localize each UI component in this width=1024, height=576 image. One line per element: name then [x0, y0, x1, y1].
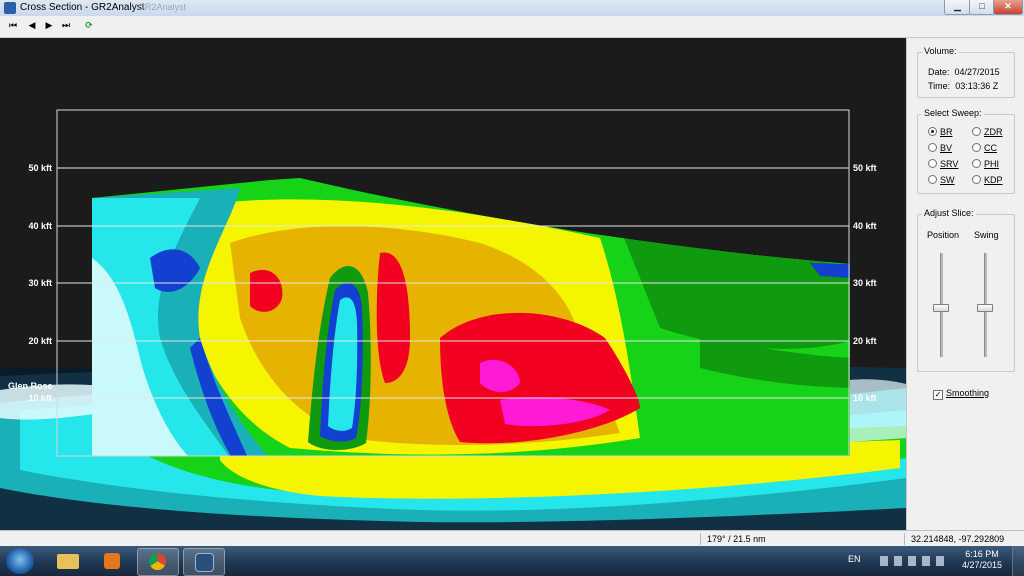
chrome-icon — [149, 553, 166, 570]
sweep-option-zdr[interactable]: ZDR — [972, 127, 1003, 137]
time-label: Time: — [928, 81, 951, 91]
alt-label-left-20: 20 kft — [28, 336, 52, 346]
swing-label: Swing — [974, 230, 999, 240]
sweep-option-phi[interactable]: PHI — [972, 159, 999, 169]
control-panel: Volume: Date: 04/27/2015 Time: 03:13:36 … — [906, 38, 1024, 530]
date-value: 04/27/2015 — [954, 67, 1000, 77]
sweep-option-br[interactable]: BR — [928, 127, 953, 137]
last-frame-button[interactable]: ⏭ — [59, 19, 73, 33]
sweep-title: Select Sweep: — [922, 108, 984, 118]
minimize-button[interactable]: ▁ — [944, 0, 971, 15]
sweep-option-bv[interactable]: BV — [928, 143, 952, 153]
sweep-option-kdp[interactable]: KDP — [972, 175, 1003, 185]
time-row: Time: 03:13:36 Z — [928, 81, 998, 91]
cross-section-plot[interactable]: 50 kft 40 kft 30 kft 20 kft 10 kft 50 kf… — [0, 38, 906, 530]
sweep-option-cc[interactable]: CC — [972, 143, 997, 153]
title-bar: Cross Section - GR2Analyst GR2Analyst ▁ … — [0, 0, 1024, 17]
alt-label-left-50: 50 kft — [28, 163, 52, 173]
taskbar-explorer[interactable] — [47, 548, 87, 574]
taskbar-gr2analyst[interactable] — [183, 548, 225, 576]
window-title: Cross Section - GR2Analyst — [20, 2, 145, 13]
swing-slider-thumb[interactable] — [977, 304, 993, 312]
clock-date: 4/27/2015 — [961, 560, 1003, 570]
alt-label-left-30: 30 kft — [28, 278, 52, 288]
volume-group: Volume: Date: 04/27/2015 Time: 03:13:36 … — [917, 46, 1015, 98]
time-value: 03:13:36 Z — [955, 81, 999, 91]
alt-label-right-50: 50 kft — [853, 163, 877, 173]
alt-label-left-10: 10 kft — [28, 393, 52, 403]
alt-label-right-10: 10 kft — [853, 393, 877, 403]
refresh-icon[interactable]: ⟳ — [82, 19, 96, 33]
taskbar-chrome[interactable] — [137, 548, 179, 576]
adjust-slice-group: Adjust Slice: Position Swing — [917, 208, 1015, 372]
alt-label-left-40: 40 kft — [28, 221, 52, 231]
sweep-option-srv[interactable]: SRV — [928, 159, 958, 169]
smoothing-checkbox[interactable]: ✓ Smoothing — [933, 388, 989, 400]
toolbar: ⏮ ◀ ▶ ⏭ ⟳ — [0, 16, 1024, 38]
language-indicator[interactable]: EN — [848, 554, 861, 564]
ground-echo-white-right — [850, 379, 906, 442]
app-icon — [4, 2, 16, 14]
previous-frame-button[interactable]: ◀ — [25, 19, 39, 33]
alt-label-right-40: 40 kft — [853, 221, 877, 231]
media-player-icon — [104, 553, 120, 569]
next-frame-button[interactable]: ▶ — [42, 19, 56, 33]
taskbar-media-player[interactable] — [92, 548, 132, 574]
status-bar: 179° / 21.5 nm 32.214848, -97.292809 — [0, 530, 1024, 547]
first-frame-button[interactable]: ⏮ — [6, 19, 20, 33]
show-desktop-button[interactable] — [1012, 546, 1024, 576]
date-row: Date: 04/27/2015 — [928, 67, 1000, 77]
date-label: Date: — [928, 67, 950, 77]
position-label: Position — [927, 230, 960, 240]
status-coordinates: 32.214848, -97.292809 — [904, 533, 1021, 545]
position-slider-thumb[interactable] — [933, 304, 949, 312]
smoothing-label: Smoothing — [946, 388, 990, 398]
folder-icon — [57, 554, 79, 569]
alt-label-right-20: 20 kft — [853, 336, 877, 346]
place-label: Glen Rose — [8, 381, 53, 391]
background-window-title: GR2Analyst — [138, 2, 187, 12]
close-button[interactable]: ✕ — [993, 0, 1023, 15]
clock-time: 6:16 PM — [965, 549, 999, 559]
tray-icons[interactable] — [880, 556, 950, 566]
cross-section-view[interactable]: 50 kft 40 kft 30 kft 20 kft 10 kft 50 kf… — [0, 38, 906, 530]
volume-title: Volume: — [922, 46, 959, 56]
checkmark-icon: ✓ — [933, 390, 943, 400]
start-button[interactable] — [6, 548, 34, 574]
status-azimuth-range: 179° / 21.5 nm — [700, 533, 897, 545]
taskbar: EN 6:16 PM 4/27/2015 — [0, 546, 1024, 576]
sweep-group: Select Sweep: BR BV SRV SW ZDR CC PHI KD… — [917, 108, 1015, 194]
taskbar-clock[interactable]: 6:16 PM 4/27/2015 — [958, 549, 1006, 571]
sweep-option-sw[interactable]: SW — [928, 175, 955, 185]
alt-label-right-30: 30 kft — [853, 278, 877, 288]
storm-slice — [92, 178, 850, 456]
maximize-button[interactable]: □ — [969, 0, 995, 15]
adjust-slice-title: Adjust Slice: — [922, 208, 976, 218]
gr2analyst-icon — [195, 553, 214, 572]
